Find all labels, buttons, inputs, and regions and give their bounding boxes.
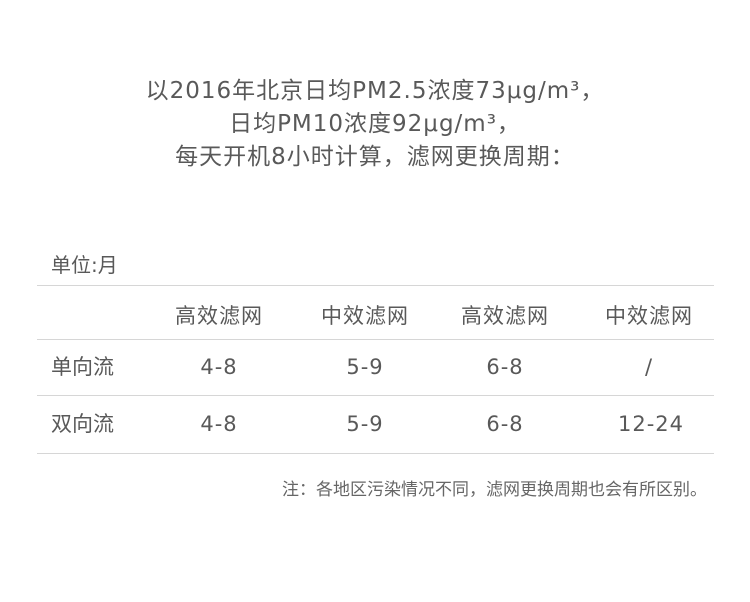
unit-label: 单位:月 [51,253,118,277]
intro-line-1: 以2016年北京日均PM2.5浓度73μg/m³， [145,78,605,104]
intro-text: 以2016年北京日均PM2.5浓度73μg/m³， 日均PM10浓度92μg/m… [0,75,750,174]
table-cell: / [644,355,654,379]
table-cell: 5-9 [346,355,384,379]
header-cell: 中效滤网 [321,304,409,328]
table-bottom-divider [37,453,714,454]
table-top-divider [37,285,714,286]
table-cell: 4-8 [200,355,238,379]
footnote: 注：各地区污染情况不同，滤网更换周期也会有所区别。 [282,480,707,500]
table-cell: 4-8 [200,412,238,436]
row-label: 单向流 [51,355,114,379]
header-cell: 高效滤网 [175,304,263,328]
table-divider [37,395,714,396]
table-divider [37,339,714,340]
table-cell: 12-24 [617,412,685,436]
table-cell: 5-9 [346,412,384,436]
table-cell: 6-8 [486,412,524,436]
intro-line-2: 日均PM10浓度92μg/m³， [229,111,521,137]
header-cell: 中效滤网 [605,304,693,328]
table-cell: 6-8 [486,355,524,379]
header-cell: 高效滤网 [461,304,549,328]
row-label: 双向流 [51,412,114,436]
intro-line-3: 每天开机8小时计算，滤网更换周期： [175,144,575,170]
